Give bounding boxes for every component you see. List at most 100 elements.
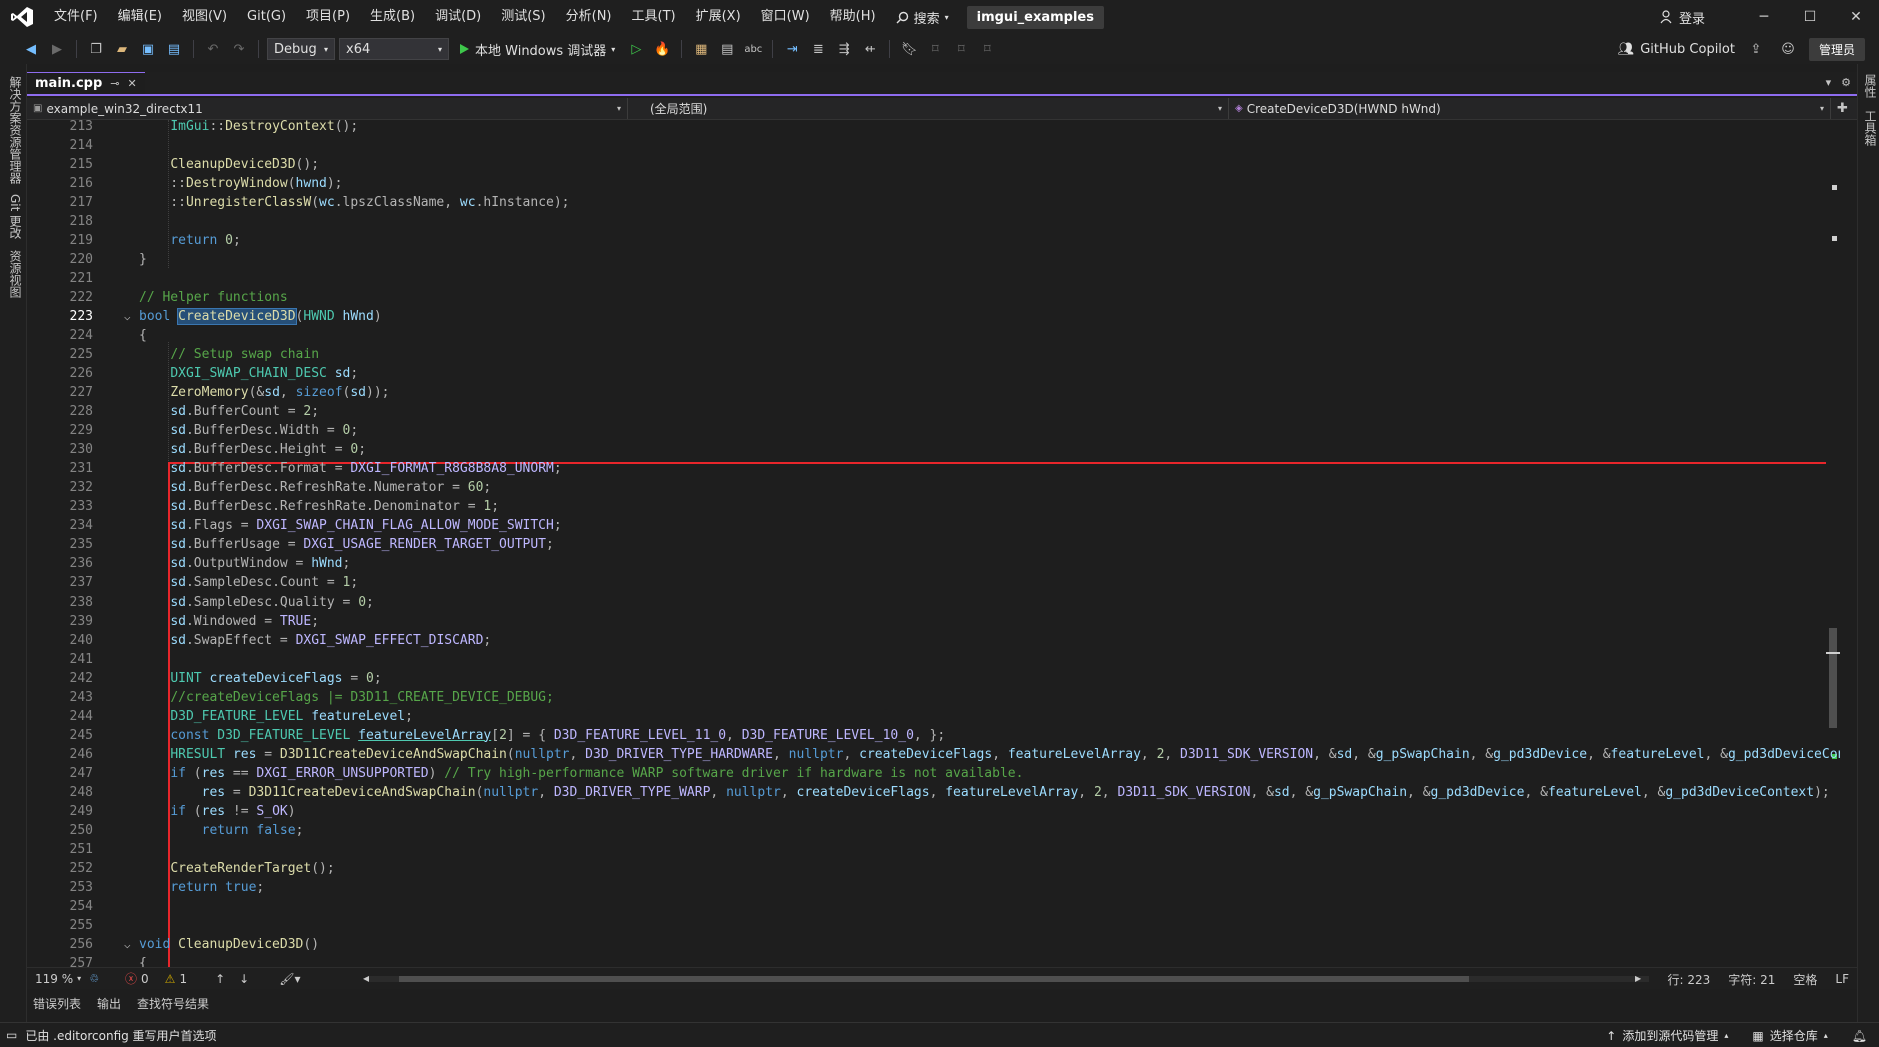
start-debugging-button[interactable]: 本地 Windows 调试器 ▾ bbox=[453, 40, 621, 59]
menu-analyze[interactable]: 分析(N) bbox=[556, 0, 622, 34]
login-button[interactable]: 登录 bbox=[1660, 8, 1705, 27]
bookmark-icon[interactable]: 🔖︎ bbox=[898, 38, 920, 60]
visual-studio-logo-icon[interactable] bbox=[0, 0, 44, 34]
intellicode-icon[interactable]: ♲ bbox=[89, 972, 99, 985]
gear-icon[interactable]: ⚙ bbox=[1841, 76, 1851, 89]
share-icon[interactable]: ⇪ bbox=[1745, 39, 1767, 61]
code-line[interactable]: 249 if (res != S_OK) bbox=[27, 802, 1840, 821]
menu-edit[interactable]: 编辑(E) bbox=[108, 0, 172, 34]
member-dropdown[interactable]: ◈ CreateDeviceD3D(HWND hWnd) ▾ bbox=[1229, 98, 1831, 119]
scroll-right-icon[interactable]: ▶ bbox=[1635, 974, 1641, 983]
code-line[interactable]: 244 D3D_FEATURE_LEVEL featureLevel; bbox=[27, 707, 1840, 726]
new-project-icon[interactable]: ❐ bbox=[85, 38, 107, 60]
tab-find-symbol-results[interactable]: 查找符号结果 bbox=[137, 995, 209, 1012]
menu-project[interactable]: 项目(P) bbox=[296, 0, 360, 34]
code-line[interactable]: 238 sd.SampleDesc.Quality = 0; bbox=[27, 593, 1840, 612]
code-line[interactable]: 225 // Setup swap chain bbox=[27, 345, 1840, 364]
redo-icon[interactable]: ↷ bbox=[228, 38, 250, 60]
pin-icon[interactable]: ⊸ bbox=[110, 77, 119, 90]
char-indicator[interactable]: 字符: 21 bbox=[1728, 971, 1775, 988]
layout-icon[interactable]: ▤ bbox=[716, 38, 738, 60]
code-line[interactable]: 215 CleanupDeviceD3D(); bbox=[27, 155, 1840, 174]
tab-error-list[interactable]: 错误列表 bbox=[33, 995, 81, 1012]
code-line[interactable]: 221 bbox=[27, 269, 1840, 288]
code-line[interactable]: 213 ImGui::DestroyContext(); bbox=[27, 120, 1840, 136]
line-indicator[interactable]: 行: 223 bbox=[1667, 971, 1710, 988]
arrow-up-icon[interactable]: ↑ bbox=[215, 972, 225, 986]
warning-count[interactable]: ⚠ 1 bbox=[157, 972, 195, 986]
admin-badge[interactable]: 管理员 bbox=[1808, 38, 1865, 61]
select-repository-button[interactable]: ▦ 选择仓库 ▴ bbox=[1752, 1027, 1827, 1044]
code-line[interactable]: 231 sd.BufferDesc.Format = DXGI_FORMAT_R… bbox=[27, 459, 1840, 478]
prev-bookmark-icon[interactable]: ⌑ bbox=[924, 38, 946, 60]
close-button[interactable]: ✕ bbox=[1833, 0, 1879, 34]
code-line[interactable]: 250 return false; bbox=[27, 821, 1840, 840]
code-line[interactable]: 230 sd.BufferDesc.Height = 0; bbox=[27, 440, 1840, 459]
code-line[interactable]: 254 bbox=[27, 897, 1840, 916]
menu-build[interactable]: 生成(B) bbox=[360, 0, 425, 34]
code-line[interactable]: 228 sd.BufferCount = 2; bbox=[27, 402, 1840, 421]
outdent-icon[interactable]: ⇷ bbox=[859, 38, 881, 60]
code-line[interactable]: 241 bbox=[27, 650, 1840, 669]
resource-view-tab[interactable]: 资源视图 bbox=[7, 250, 24, 298]
scope-dropdown[interactable]: (全局范围) ▾ bbox=[628, 98, 1229, 119]
code-line[interactable]: 237 sd.SampleDesc.Count = 1; bbox=[27, 573, 1840, 592]
undo-icon[interactable]: ↶ bbox=[202, 38, 224, 60]
fold-toggle-icon[interactable]: ⌵ bbox=[124, 307, 131, 326]
code-line[interactable]: 233 sd.BufferDesc.RefreshRate.Denominato… bbox=[27, 497, 1840, 516]
code-line[interactable]: 252 CreateRenderTarget(); bbox=[27, 859, 1840, 878]
horizontal-scrollbar[interactable] bbox=[369, 976, 1649, 982]
clear-bookmarks-icon[interactable]: ⌑ bbox=[976, 38, 998, 60]
code-line[interactable]: 253 return true; bbox=[27, 878, 1840, 897]
horizontal-scroll-thumb[interactable] bbox=[399, 976, 1469, 982]
save-all-icon[interactable]: ▤ bbox=[163, 38, 185, 60]
code-line[interactable]: 227 ZeroMemory(&sd, sizeof(sd)); bbox=[27, 383, 1840, 402]
git-changes-tab[interactable]: Git 更改 bbox=[7, 194, 24, 239]
code-line[interactable]: 220} bbox=[27, 250, 1840, 269]
code-line[interactable]: 242 UINT createDeviceFlags = 0; bbox=[27, 669, 1840, 688]
code-line[interactable]: 251 bbox=[27, 840, 1840, 859]
code-line[interactable]: 246 HRESULT res = D3D11CreateDeviceAndSw… bbox=[27, 745, 1840, 764]
navigate-forward-icon[interactable]: ▶ bbox=[46, 38, 68, 60]
zoom-dropdown[interactable]: 119 % ▾ bbox=[27, 972, 89, 986]
code-editor[interactable]: 213 ImGui::DestroyContext(); 214 215 Clean… bbox=[27, 120, 1840, 967]
code-line[interactable]: 257 { bbox=[27, 954, 1840, 967]
project-dropdown[interactable]: ▣ example_win32_directx11 ▾ bbox=[27, 98, 628, 119]
menu-debug[interactable]: 调试(D) bbox=[425, 0, 491, 34]
start-without-debugging-icon[interactable]: ▷ bbox=[625, 38, 647, 60]
notifications-icon[interactable]: 🔔︎ bbox=[1852, 1029, 1867, 1043]
indent-icon[interactable]: ⇶ bbox=[833, 38, 855, 60]
close-icon[interactable]: ✕ bbox=[128, 77, 137, 90]
code-line[interactable]: 255 bbox=[27, 916, 1840, 935]
code-line[interactable]: 232 sd.BufferDesc.RefreshRate.Numerator … bbox=[27, 478, 1840, 497]
error-count[interactable]: ⓧ 0 bbox=[117, 970, 157, 987]
tab-main-cpp[interactable]: main.cpp ⊸ ✕ bbox=[27, 72, 145, 94]
menu-view[interactable]: 视图(V) bbox=[172, 0, 237, 34]
format-icon[interactable]: ≣ bbox=[807, 38, 829, 60]
code-line[interactable]: 218 bbox=[27, 212, 1840, 231]
menu-extensions[interactable]: 扩展(X) bbox=[686, 0, 751, 34]
code-line[interactable]: 216 ::DestroyWindow(hwnd); bbox=[27, 174, 1840, 193]
configuration-dropdown[interactable]: Debug ▾ bbox=[267, 38, 335, 60]
next-bookmark-icon[interactable]: ⌑ bbox=[950, 38, 972, 60]
code-line[interactable]: 235 sd.BufferUsage = DXGI_USAGE_RENDER_T… bbox=[27, 535, 1840, 554]
code-line[interactable]: 239 sd.Windowed = TRUE; bbox=[27, 612, 1840, 631]
code-line[interactable]: 222 // Helper functions bbox=[27, 288, 1840, 307]
step-icon[interactable]: ⇥ bbox=[781, 38, 803, 60]
platform-dropdown[interactable]: x64 ▾ bbox=[339, 38, 449, 60]
whitespace-indicator[interactable]: 空格 bbox=[1793, 971, 1817, 988]
code-line[interactable]: 224 { bbox=[27, 326, 1840, 345]
menu-help[interactable]: 帮助(H) bbox=[820, 0, 886, 34]
minimize-button[interactable]: ─ bbox=[1741, 0, 1787, 34]
code-line[interactable]: 236 sd.OutputWindow = hWnd; bbox=[27, 554, 1840, 573]
tab-list-chevron-icon[interactable]: ▾ bbox=[1826, 76, 1832, 89]
code-line[interactable]: 223 ⌵ bool CreateDeviceD3D(HWND hWnd) bbox=[27, 307, 1840, 326]
maximize-button[interactable]: ☐ bbox=[1787, 0, 1833, 34]
menu-tools[interactable]: 工具(T) bbox=[622, 0, 686, 34]
code-line[interactable]: 234 sd.Flags = DXGI_SWAP_CHAIN_FLAG_ALLO… bbox=[27, 516, 1840, 535]
add-to-source-control-button[interactable]: ↑ 添加到源代码管理 ▴ bbox=[1606, 1027, 1728, 1044]
menu-test[interactable]: 测试(S) bbox=[491, 0, 555, 34]
code-line[interactable]: 240 sd.SwapEffect = DXGI_SWAP_EFFECT_DIS… bbox=[27, 631, 1840, 650]
code-line[interactable]: 245 const D3D_FEATURE_LEVEL featureLevel… bbox=[27, 726, 1840, 745]
code-line[interactable]: 248 res = D3D11CreateDeviceAndSwapChain(… bbox=[27, 783, 1840, 802]
